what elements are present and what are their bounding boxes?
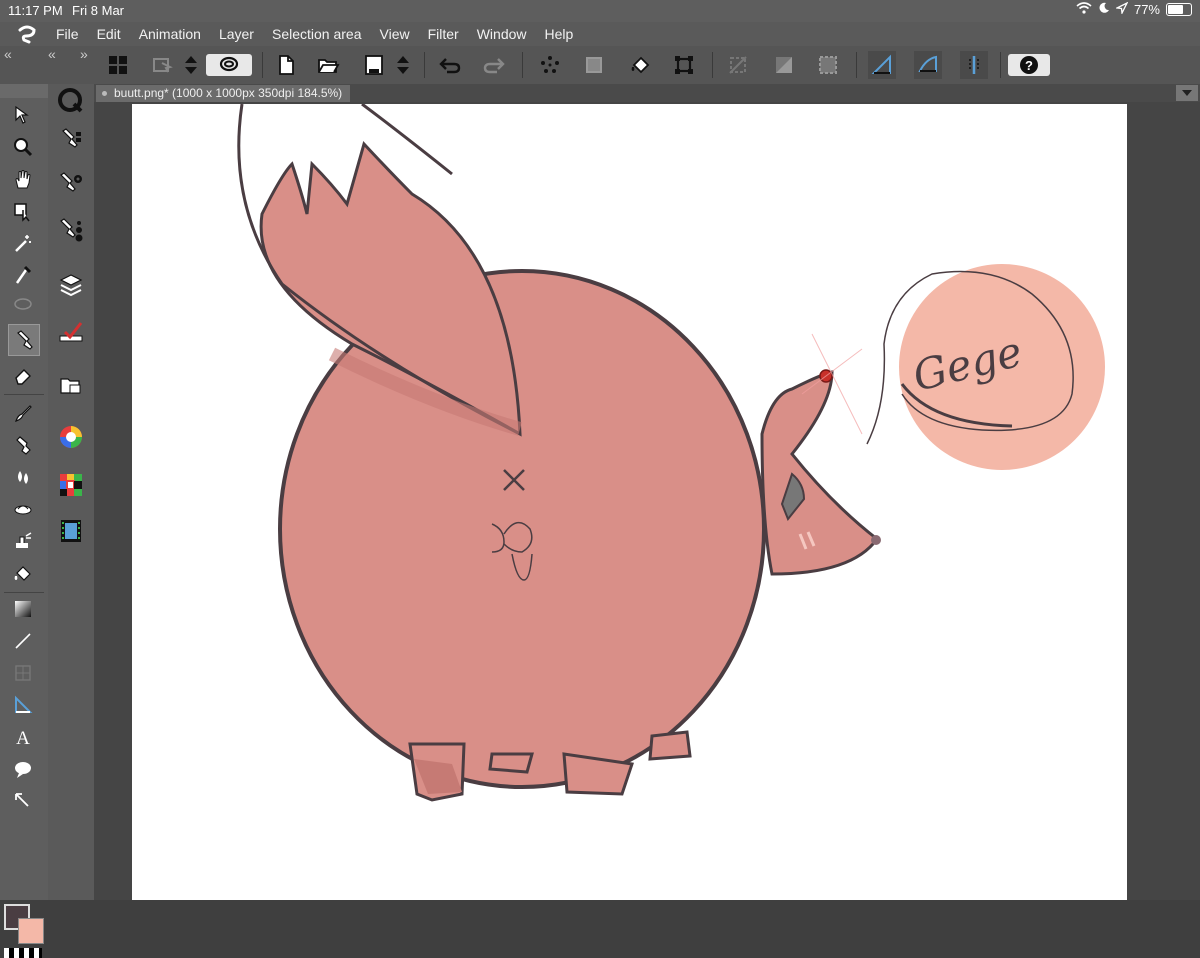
status-bar: 11:17 PM Fri 8 Mar 77% [0, 0, 1200, 22]
ruler-icon[interactable] [868, 51, 896, 79]
open-icon[interactable] [314, 51, 342, 79]
invert-icon[interactable] [770, 51, 798, 79]
correct-line-icon[interactable] [8, 786, 38, 816]
sub-color-swatch[interactable] [18, 918, 44, 944]
grid-icon[interactable] [104, 51, 132, 79]
decoration-icon[interactable] [8, 494, 38, 524]
menu-animation[interactable]: Animation [139, 26, 201, 42]
brush-icon[interactable] [8, 398, 38, 428]
battery-fill [1168, 5, 1184, 14]
drawing-canvas[interactable]: Gege [132, 104, 1127, 900]
sub-tool-icon[interactable] [56, 124, 86, 158]
body-shape [278, 269, 766, 789]
select-icon[interactable] [148, 51, 176, 79]
eraser-icon[interactable] [8, 360, 38, 390]
color-wheel-icon[interactable] [56, 420, 86, 454]
menu-view[interactable]: View [380, 26, 410, 42]
stamp-icon[interactable] [8, 526, 38, 556]
new-icon[interactable] [272, 51, 300, 79]
menu-selection-area[interactable]: Selection area [272, 26, 362, 42]
svg-text:?: ? [1025, 58, 1033, 73]
svg-text:A: A [16, 728, 30, 748]
eyedropper-icon[interactable] [8, 260, 38, 290]
frame-icon[interactable] [8, 658, 38, 688]
document-tab-bar: buutt.png* (1000 x 1000px 350dpi 184.5%) [94, 84, 1200, 102]
status-time: 11:17 PM [8, 3, 63, 18]
document-tab-label: buutt.png* (1000 x 1000px 350dpi 184.5%) [114, 86, 343, 100]
location-icon [1114, 1, 1129, 17]
balloon-icon[interactable] [8, 754, 38, 784]
fill-icon[interactable] [626, 51, 654, 79]
text-icon[interactable]: A [8, 722, 38, 752]
collapse-left2-icon[interactable]: « [48, 46, 56, 62]
menu-edit[interactable]: Edit [97, 26, 121, 42]
brush-size-icon[interactable] [56, 212, 86, 246]
move-icon[interactable] [8, 100, 38, 130]
battery-icon [1166, 3, 1192, 16]
artwork: Gege [237, 104, 1105, 802]
battery-percent: 77% [1133, 2, 1160, 17]
nose [871, 535, 881, 545]
crop-icon[interactable] [670, 51, 698, 79]
undo-icon[interactable] [436, 51, 464, 79]
ruler-tool-icon[interactable] [8, 690, 38, 720]
tab-dropdown-icon[interactable] [1176, 85, 1198, 101]
gradient-icon[interactable] [8, 594, 38, 624]
animation-timeline-icon[interactable] [56, 514, 86, 548]
tool-palette: A [0, 84, 49, 958]
layer-icon[interactable] [56, 268, 86, 302]
menu-filter[interactable]: Filter [428, 26, 459, 42]
lasso-tool-icon[interactable] [8, 290, 38, 320]
paint-bucket-icon[interactable] [8, 558, 38, 588]
tool-property-icon[interactable] [56, 166, 86, 200]
color-set-icon[interactable] [56, 468, 86, 502]
menu-file[interactable]: File [56, 26, 79, 42]
help-icon[interactable]: ? [1008, 54, 1050, 76]
app-logo-icon[interactable] [16, 24, 38, 44]
pen-icon[interactable] [8, 324, 40, 356]
status-date: Fri 8 Mar [72, 3, 124, 18]
snap-icon[interactable] [960, 51, 988, 79]
zoom-icon[interactable] [8, 132, 38, 162]
palette-bar [48, 84, 95, 900]
moon-icon [1098, 2, 1110, 17]
status-right: 77% [1076, 1, 1192, 17]
dots-icon[interactable] [536, 51, 564, 79]
hand-icon[interactable] [8, 164, 38, 194]
modified-dot-icon [102, 91, 107, 96]
blend-icon[interactable] [8, 462, 38, 492]
collapse-left-icon[interactable]: « [4, 46, 12, 62]
tool-palette-header [0, 84, 48, 98]
airbrush-icon[interactable] [8, 430, 38, 460]
layer-property-icon[interactable] [56, 316, 86, 350]
menu-help[interactable]: Help [545, 26, 574, 42]
menu-list: File Edit Animation Layer Selection area… [56, 26, 591, 42]
head-shape [760, 370, 880, 576]
canvas-area[interactable]: Gege [94, 102, 1200, 900]
operation-icon[interactable] [8, 196, 38, 226]
wifi-icon [1076, 2, 1092, 17]
foot-mid [488, 752, 534, 774]
material-icon[interactable] [56, 368, 86, 402]
command-bar: « « » ? [0, 46, 1200, 85]
deselect-icon[interactable] [724, 51, 752, 79]
ruler2-icon[interactable] [914, 51, 942, 79]
stepper-icon[interactable] [182, 51, 200, 79]
line-icon[interactable] [8, 626, 38, 656]
transparent-color-swatch[interactable] [4, 948, 42, 958]
select-all-icon[interactable] [814, 51, 842, 79]
menu-layer[interactable]: Layer [219, 26, 254, 42]
collapse-right-icon[interactable]: » [80, 46, 88, 62]
redo-icon[interactable] [480, 51, 508, 79]
magic-wand-icon[interactable] [8, 228, 38, 258]
stepper2-icon[interactable] [394, 51, 412, 79]
menu-bar: File Edit Animation Layer Selection area… [0, 22, 1200, 46]
foot-back [648, 730, 692, 761]
document-tab[interactable]: buutt.png* (1000 x 1000px 350dpi 184.5%) [96, 85, 351, 102]
transform-icon[interactable] [580, 51, 608, 79]
lasso-icon[interactable] [206, 54, 252, 76]
quick-access-icon[interactable] [56, 84, 86, 118]
menu-window[interactable]: Window [477, 26, 527, 42]
save-icon[interactable] [360, 51, 388, 79]
